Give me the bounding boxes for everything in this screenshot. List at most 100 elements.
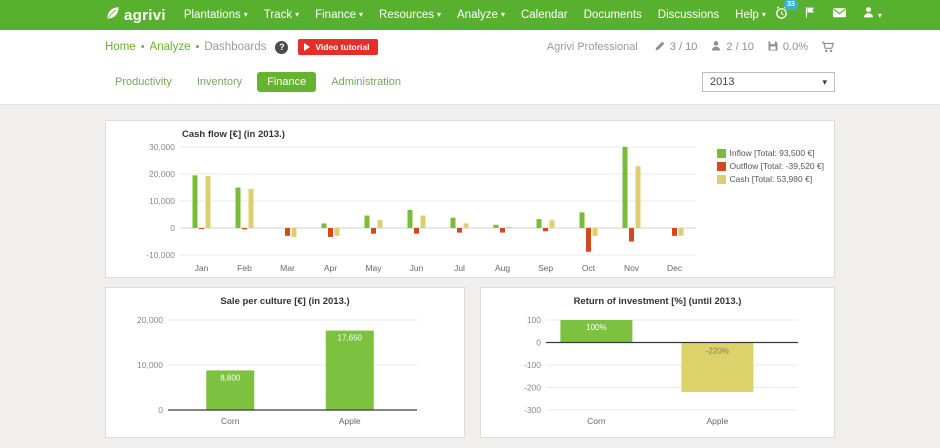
- svg-text:20,000: 20,000: [149, 169, 175, 179]
- cashflow-chart: 30,000 20,000 10,000 0 -10,000 Jan Feb Mar Apr Ma…: [110, 141, 710, 277]
- svg-text:-100: -100: [523, 360, 540, 370]
- plan-label: Agrivi Professional: [547, 41, 638, 53]
- nav-item-analyze[interactable]: Analyze: [449, 0, 513, 31]
- svg-text:0: 0: [170, 223, 175, 233]
- envelope-icon: [832, 5, 847, 25]
- dashboard-tabs: Productivity Inventory Finance Administr…: [105, 72, 416, 92]
- main-menu: Plantations Track Finance Resources Anal…: [176, 0, 774, 31]
- svg-text:Nov: Nov: [624, 263, 640, 273]
- svg-text:Apr: Apr: [324, 263, 337, 273]
- nav-item-resources[interactable]: Resources: [371, 0, 449, 31]
- svg-text:Mar: Mar: [280, 263, 295, 273]
- breadcrumb-separator: •: [141, 41, 145, 53]
- roi-chart: 100 0 -100 -200 -300 100% Corn -220% Apple: [488, 312, 828, 430]
- users-usage: 2 / 10: [710, 40, 754, 55]
- flag-icon: [804, 6, 817, 24]
- svg-text:Corn: Corn: [587, 416, 606, 426]
- svg-text:10,000: 10,000: [149, 196, 175, 206]
- account-menu-button[interactable]: [862, 6, 882, 24]
- tab-inventory[interactable]: Inventory: [187, 72, 252, 92]
- messages-button[interactable]: [832, 5, 847, 25]
- svg-text:-300: -300: [523, 405, 540, 415]
- svg-text:Dec: Dec: [667, 263, 683, 273]
- svg-text:Aug: Aug: [495, 263, 510, 273]
- svg-text:Corn: Corn: [221, 416, 240, 426]
- caret-down-icon: [822, 76, 827, 88]
- caret-down-icon: [356, 9, 363, 21]
- svg-text:0: 0: [158, 405, 163, 415]
- nav-item-finance[interactable]: Finance: [307, 0, 371, 31]
- svg-text:20,000: 20,000: [137, 315, 163, 325]
- year-select[interactable]: 2013: [702, 72, 835, 92]
- legend-item-cash[interactable]: Cash [Total: 53,980 €]: [717, 174, 825, 184]
- nav-item-plantations[interactable]: Plantations: [176, 0, 256, 31]
- nav-item-calendar[interactable]: Calendar: [513, 0, 576, 31]
- sale-chart-title: Sale per culture [€] (in 2013.): [106, 296, 464, 307]
- svg-text:17,650: 17,650: [338, 334, 363, 343]
- svg-text:Jun: Jun: [410, 263, 424, 273]
- svg-text:Feb: Feb: [237, 263, 252, 273]
- svg-text:100: 100: [526, 315, 540, 325]
- breadcrumb-analyze[interactable]: Analyze: [150, 41, 191, 53]
- cashflow-legend: Inflow [Total: 93,500 €] Outflow [Total:…: [717, 148, 825, 187]
- svg-text:100%: 100%: [586, 323, 606, 332]
- person-icon: [710, 40, 722, 55]
- fields-usage: 3 / 10: [654, 40, 698, 55]
- help-icon[interactable]: [275, 41, 288, 54]
- pencil-icon: [654, 40, 666, 55]
- tab-finance[interactable]: Finance: [257, 72, 316, 92]
- nav-item-discussions[interactable]: Discussions: [650, 0, 727, 31]
- storage-usage: 0.0%: [767, 40, 808, 55]
- play-icon: [304, 43, 310, 51]
- caret-down-icon: [434, 9, 441, 21]
- caret-down-icon: [241, 9, 248, 21]
- cash-swatch: [717, 175, 726, 184]
- legend-item-outflow[interactable]: Outflow [Total: -39,520 €]: [717, 161, 825, 171]
- svg-text:Jul: Jul: [454, 263, 465, 273]
- svg-text:-10,000: -10,000: [146, 250, 175, 260]
- cart-icon[interactable]: [821, 40, 835, 54]
- caret-down-icon: [498, 9, 505, 21]
- tab-administration[interactable]: Administration: [321, 72, 411, 92]
- video-tutorial-button[interactable]: Video tutorial: [298, 39, 377, 55]
- dashboard-content: Cash flow [€] (in 2013.) 30,000 20,000 10,…: [105, 105, 835, 438]
- breadcrumb: Home • Analyze • Dashboards Video tutori…: [105, 30, 835, 64]
- svg-text:-220%: -220%: [705, 347, 728, 356]
- flags-button[interactable]: [804, 6, 817, 24]
- agrivi-logo[interactable]: agrivi: [105, 5, 166, 26]
- outflow-swatch: [717, 162, 726, 171]
- svg-text:Oct: Oct: [582, 263, 596, 273]
- leaf-icon: [105, 5, 121, 26]
- nav-item-track[interactable]: Track: [256, 0, 307, 31]
- caret-down-icon: [875, 6, 882, 24]
- svg-text:Sep: Sep: [538, 263, 553, 273]
- nav-item-help[interactable]: Help: [727, 0, 774, 31]
- roi-chart-title: Return of investment [%] (until 2013.): [481, 296, 834, 307]
- brand-name: agrivi: [124, 7, 166, 24]
- caret-down-icon: [759, 9, 766, 21]
- notifications-button[interactable]: 33: [774, 5, 789, 25]
- breadcrumb-separator: •: [195, 41, 199, 53]
- user-icon: [862, 6, 875, 24]
- svg-text:-200: -200: [523, 383, 540, 393]
- tab-productivity[interactable]: Productivity: [105, 72, 182, 92]
- svg-text:Jan: Jan: [195, 263, 209, 273]
- svg-text:8,800: 8,800: [220, 373, 241, 382]
- sale-per-culture-panel: Sale per culture [€] (in 2013.) 20,000 10…: [105, 287, 465, 438]
- header-band: Home • Analyze • Dashboards Video tutori…: [0, 30, 940, 105]
- disk-icon: [767, 40, 779, 55]
- nav-item-documents[interactable]: Documents: [576, 0, 650, 31]
- breadcrumb-current: Dashboards: [204, 41, 266, 53]
- svg-text:30,000: 30,000: [149, 142, 175, 152]
- svg-text:0: 0: [536, 338, 541, 348]
- svg-text:Apple: Apple: [706, 416, 728, 426]
- cashflow-chart-title: Cash flow [€] (in 2013.): [182, 129, 285, 140]
- caret-down-icon: [292, 9, 299, 21]
- breadcrumb-home[interactable]: Home: [105, 41, 136, 53]
- sale-per-culture-chart: 20,00010,00008,800Corn17,650Apple: [113, 312, 457, 430]
- cashflow-panel: Cash flow [€] (in 2013.) 30,000 20,000 10,…: [105, 120, 835, 278]
- legend-item-inflow[interactable]: Inflow [Total: 93,500 €]: [717, 148, 825, 158]
- notification-badge: 33: [784, 0, 798, 10]
- svg-text:May: May: [365, 263, 382, 273]
- svg-text:10,000: 10,000: [137, 360, 163, 370]
